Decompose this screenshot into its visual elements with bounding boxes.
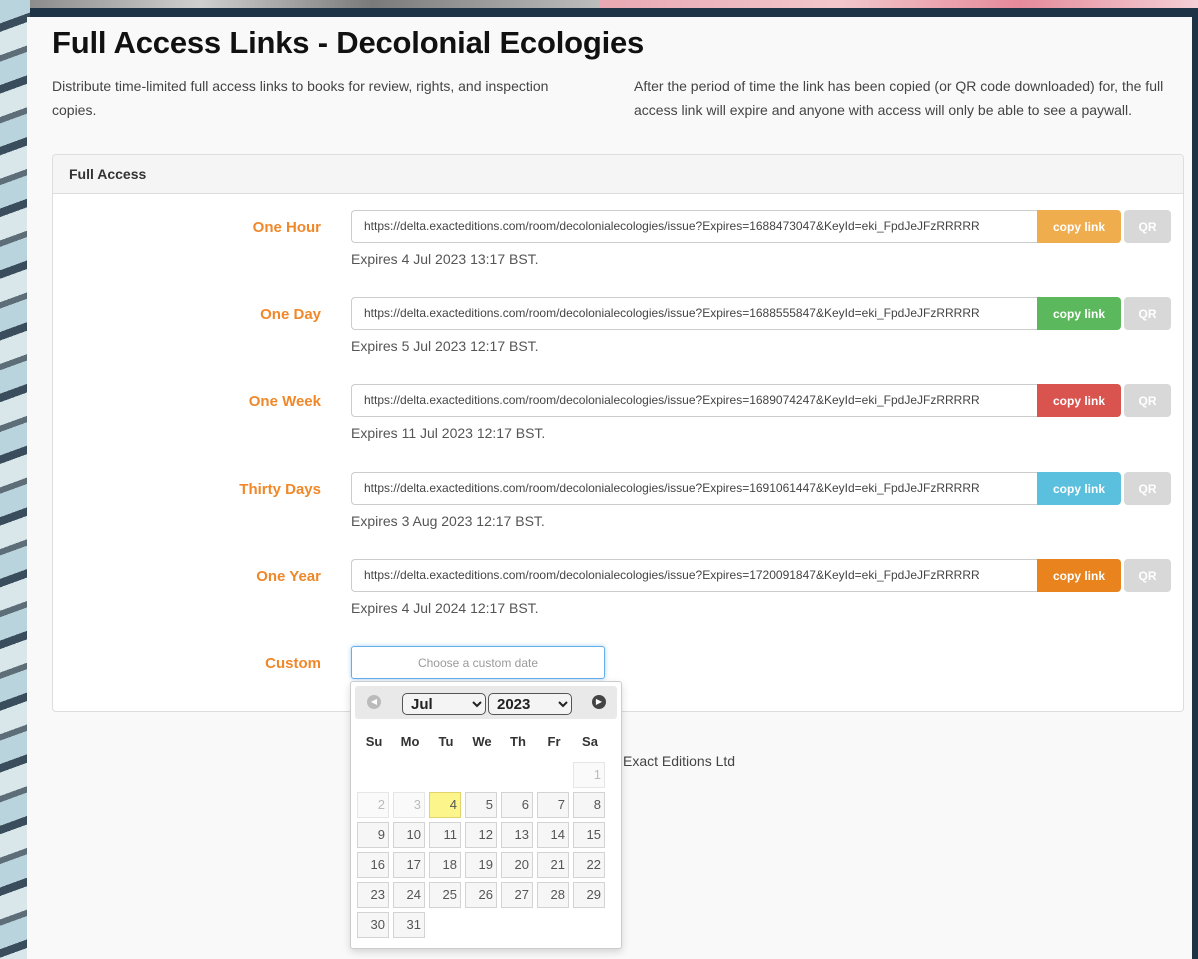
prev-arrow-icon[interactable]: ◀ [367, 695, 381, 709]
row-label-thirty-days: Thirty Days [239, 481, 321, 498]
weekday-sa: Sa [582, 734, 598, 749]
calendar-day-2: 2 [357, 792, 389, 818]
copy-link-button-one-hour[interactable]: copy link [1037, 210, 1121, 243]
intro-text-right: After the period of time the link has be… [634, 78, 1164, 118]
copy-link-button-one-day[interactable]: copy link [1037, 297, 1121, 330]
weekday-fr: Fr [547, 734, 561, 749]
calendar-day-8[interactable]: 8 [573, 792, 605, 818]
calendar-day-15[interactable]: 15 [573, 822, 605, 848]
weekday-su: Su [365, 734, 383, 749]
calendar-day-7[interactable]: 7 [537, 792, 569, 818]
copy-link-button-one-week[interactable]: copy link [1037, 384, 1121, 417]
weekday-tu: Tu [438, 734, 454, 749]
calendar-day-12[interactable]: 12 [465, 822, 497, 848]
calendar-day-18[interactable]: 18 [429, 852, 461, 878]
calendar-day-4[interactable]: 4 [429, 792, 461, 818]
row-label-one-year: One Year [256, 568, 321, 585]
datepicker-popup: ◀ Jul 2023 ▶ Su Mo Tu We Th Fr Sa 1 2 3 4 5 6 7 8 9 10 1… [350, 681, 622, 949]
calendar-day-28[interactable]: 28 [537, 882, 569, 908]
datepicker-header: ◀ Jul 2023 ▶ [355, 686, 617, 719]
month-select[interactable]: Jul [402, 693, 486, 715]
calendar-day-25[interactable]: 25 [429, 882, 461, 908]
footer-text: Exact Editions Ltd [623, 753, 736, 769]
calendar-day-26[interactable]: 26 [465, 882, 497, 908]
expires-text-thirty-days: Expires 3 Aug 2023 12:17 BST. [351, 513, 545, 529]
row-label-custom: Custom [265, 655, 321, 672]
url-field-one-day[interactable]: https://delta.exacteditions.com/room/dec… [351, 297, 1039, 330]
expires-text-one-day: Expires 5 Jul 2023 12:17 BST. [351, 338, 539, 354]
weekday-header-row: Su Mo Tu We Th Fr Sa [355, 734, 617, 752]
page-container: Full Access Links - Decolonial Ecologies… [27, 17, 1192, 959]
calendar-day-5[interactable]: 5 [465, 792, 497, 818]
qr-button-one-week[interactable]: QR [1124, 384, 1171, 417]
next-arrow-icon[interactable]: ▶ [592, 695, 606, 709]
url-field-thirty-days[interactable]: https://delta.exacteditions.com/room/dec… [351, 472, 1039, 505]
calendar-day-13[interactable]: 13 [501, 822, 533, 848]
expires-text-one-year: Expires 4 Jul 2024 12:17 BST. [351, 600, 539, 616]
calendar-day-14[interactable]: 14 [537, 822, 569, 848]
calendar-day-17[interactable]: 17 [393, 852, 425, 878]
year-select[interactable]: 2023 [488, 693, 572, 715]
qr-button-thirty-days[interactable]: QR [1124, 472, 1171, 505]
qr-button-one-hour[interactable]: QR [1124, 210, 1171, 243]
qr-button-one-year[interactable]: QR [1124, 559, 1171, 592]
custom-date-input[interactable] [351, 646, 605, 679]
calendar-day-6[interactable]: 6 [501, 792, 533, 818]
calendar-day-29[interactable]: 29 [573, 882, 605, 908]
calendar-day-20[interactable]: 20 [501, 852, 533, 878]
expires-text-one-hour: Expires 4 Jul 2023 13:17 BST. [351, 251, 539, 267]
calendar-day-27[interactable]: 27 [501, 882, 533, 908]
url-field-one-week[interactable]: https://delta.exacteditions.com/room/dec… [351, 384, 1039, 417]
calendar-day-10[interactable]: 10 [393, 822, 425, 848]
copy-link-button-thirty-days[interactable]: copy link [1037, 472, 1121, 505]
calendar-day-16[interactable]: 16 [357, 852, 389, 878]
qr-button-one-day[interactable]: QR [1124, 297, 1171, 330]
full-access-panel: Full Access One Hour https://delta.exact… [52, 154, 1184, 712]
url-field-one-hour[interactable]: https://delta.exacteditions.com/room/dec… [351, 210, 1039, 243]
calendar-day-31[interactable]: 31 [393, 912, 425, 938]
copy-link-button-one-year[interactable]: copy link [1037, 559, 1121, 592]
calendar-day-22[interactable]: 22 [573, 852, 605, 878]
row-label-one-week: One Week [248, 393, 321, 410]
row-label-one-day: One Day [260, 306, 321, 323]
background-artwork-top-right [600, 0, 1198, 8]
weekday-we: We [472, 734, 492, 749]
calendar-day-3: 3 [393, 792, 425, 818]
weekday-mo: Mo [400, 734, 420, 749]
page-title: Full Access Links - Decolonial Ecologies [52, 25, 645, 60]
calendar-day-30[interactable]: 30 [357, 912, 389, 938]
panel-heading: Full Access [53, 155, 1183, 194]
weekday-th: Th [510, 734, 526, 749]
url-field-one-year[interactable]: https://delta.exacteditions.com/room/dec… [351, 559, 1039, 592]
row-label-one-hour: One Hour [252, 219, 321, 236]
background-artwork-left [0, 0, 30, 959]
background-artwork-top [30, 0, 600, 8]
intro-text-left: Distribute time-limited full access link… [52, 78, 549, 118]
expires-text-one-week: Expires 11 Jul 2023 12:17 BST. [351, 425, 546, 441]
calendar-day-19[interactable]: 19 [465, 852, 497, 878]
calendar-day-9[interactable]: 9 [357, 822, 389, 848]
calendar-day-21[interactable]: 21 [537, 852, 569, 878]
calendar-day-24[interactable]: 24 [393, 882, 425, 908]
calendar-day-1: 1 [573, 762, 605, 788]
calendar-day-23[interactable]: 23 [357, 882, 389, 908]
calendar-day-11[interactable]: 11 [429, 822, 461, 848]
